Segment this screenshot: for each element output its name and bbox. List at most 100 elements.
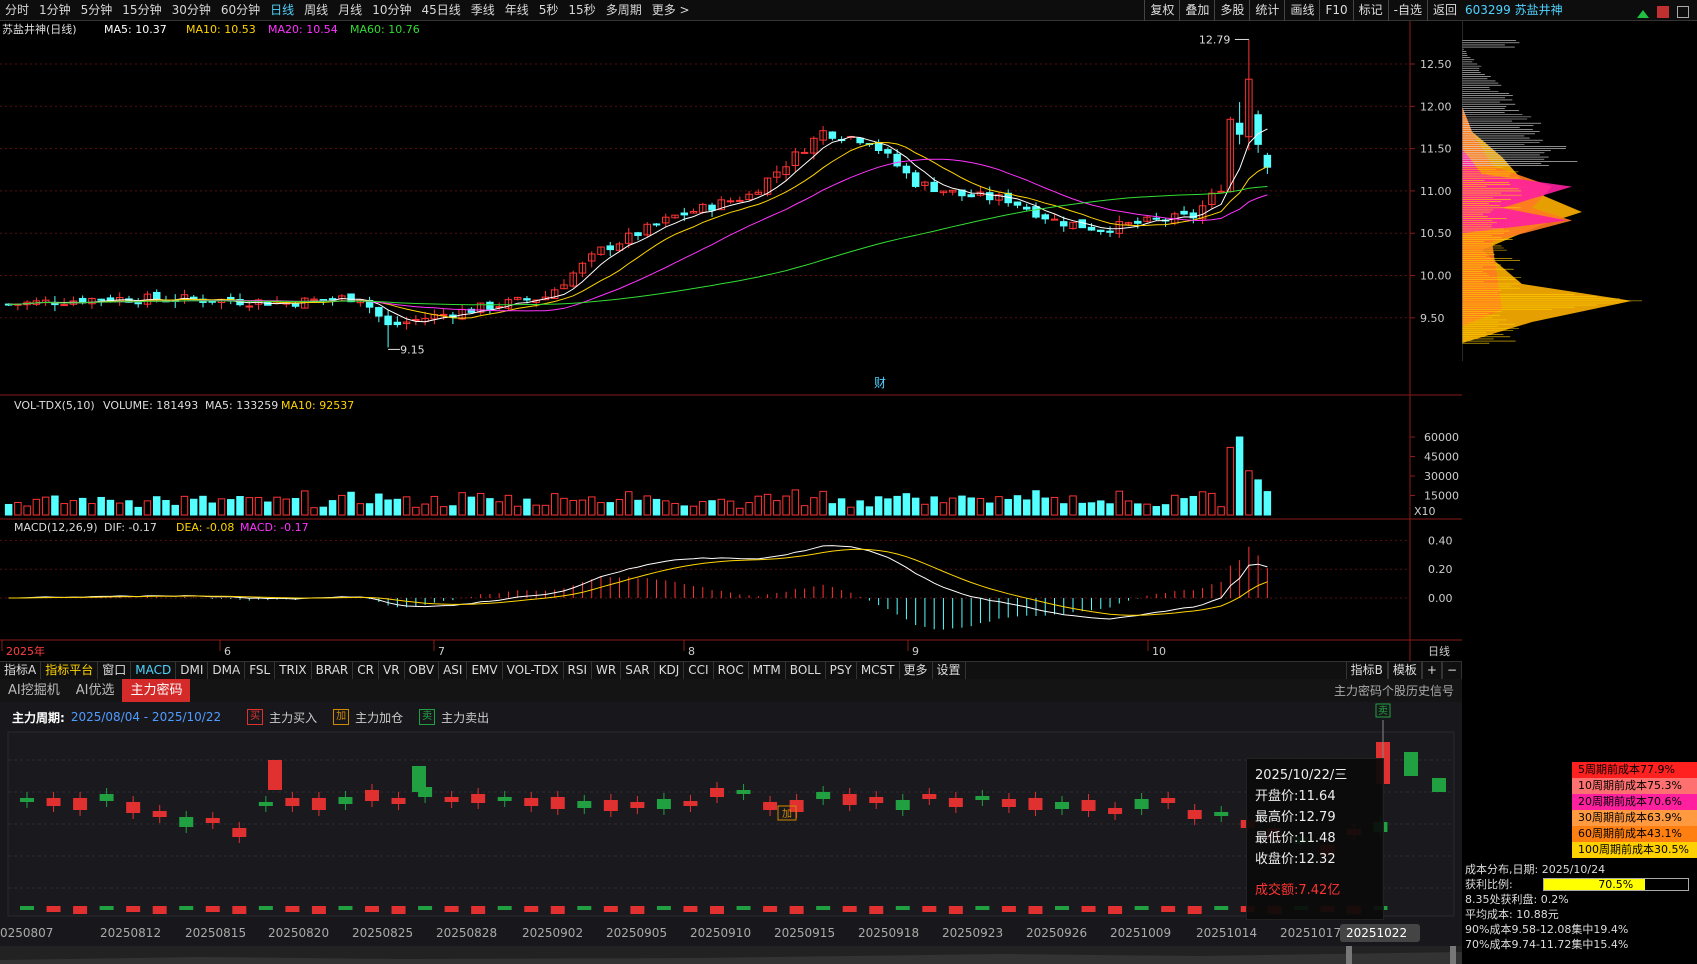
candle-body bbox=[708, 204, 716, 211]
volume-bar bbox=[976, 497, 985, 516]
chart-title: 苏盐井神(日线) bbox=[2, 22, 77, 36]
indicator-tab-9[interactable]: CR bbox=[353, 662, 379, 679]
volume-bar bbox=[773, 500, 781, 516]
volume-bar bbox=[23, 505, 31, 516]
indicator-tab-14[interactable]: VOL-TDX bbox=[503, 662, 564, 679]
period-tab-1[interactable]: 1分钟 bbox=[34, 0, 76, 21]
ai-candle-body bbox=[948, 798, 963, 807]
indicator-tab-24[interactable]: MCST bbox=[857, 662, 900, 679]
avg-cost: 平均成本: 10.88元 bbox=[1465, 908, 1559, 921]
ai-tab-1[interactable]: AI优选 bbox=[68, 679, 123, 702]
indicator-tab-11[interactable]: OBV bbox=[405, 662, 440, 679]
volume-bar bbox=[1235, 436, 1244, 516]
indicator-tab-1[interactable]: 指标平台 bbox=[41, 662, 99, 679]
indicator-tab-4[interactable]: DMI bbox=[176, 662, 209, 679]
period-tab-6[interactable]: 日线 bbox=[265, 0, 299, 21]
indicator-tab-10[interactable]: VR bbox=[379, 662, 405, 679]
tool-0[interactable]: 复权 bbox=[1144, 0, 1179, 21]
indicator-tab-0[interactable]: 指标A bbox=[0, 662, 42, 679]
main-chart[interactable]: 12.50 12.00 11.50 11.00 10.50 10.00 9.50 苏盐井神(日… bbox=[0, 21, 1462, 661]
period-tab-0[interactable]: 分时 bbox=[0, 0, 34, 21]
period-tab-2[interactable]: 5分钟 bbox=[76, 0, 118, 21]
indicator-tab-12[interactable]: ASI bbox=[439, 662, 468, 679]
indicator-tab-26[interactable]: 设置 bbox=[933, 662, 966, 679]
volume-bar bbox=[217, 498, 226, 516]
indicator-right-1[interactable]: 模板 bbox=[1387, 662, 1422, 679]
profit-value: 70.5% bbox=[1598, 878, 1634, 891]
up-icon[interactable] bbox=[1637, 10, 1650, 18]
indicator-tab-21[interactable]: MTM bbox=[749, 662, 786, 679]
candle-body bbox=[1060, 221, 1068, 227]
indicator-tab-18[interactable]: KDJ bbox=[655, 662, 685, 679]
flag-icon[interactable] bbox=[1657, 6, 1670, 18]
volume-bar bbox=[1189, 495, 1198, 516]
indicator-tab-17[interactable]: SAR bbox=[621, 662, 655, 679]
indicator-right-2[interactable]: + bbox=[1421, 662, 1442, 679]
indicator-tab-7[interactable]: TRIX bbox=[275, 662, 312, 679]
indicator-tab-5[interactable]: DMA bbox=[208, 662, 246, 679]
ma-label-2: MA20: 10.54 bbox=[268, 23, 338, 36]
cost-70: 70%成本9.74-11.72集中15.4% bbox=[1465, 938, 1629, 951]
history-link[interactable]: 主力密码个股历史信号 bbox=[1334, 681, 1454, 702]
volume-bar bbox=[606, 502, 614, 516]
candle-body bbox=[930, 181, 938, 193]
indicator-tab-20[interactable]: ROC bbox=[714, 662, 749, 679]
tool-8[interactable]: 返回 bbox=[1426, 0, 1462, 21]
ai-candle-body bbox=[205, 818, 220, 823]
period-tab-4[interactable]: 30分钟 bbox=[167, 0, 216, 21]
period-tab-13[interactable]: 5秒 bbox=[534, 0, 564, 21]
indicator-tab-3[interactable]: MACD bbox=[131, 662, 177, 679]
indicator-tab-13[interactable]: EMV bbox=[467, 662, 503, 679]
period-tab-14[interactable]: 15秒 bbox=[563, 0, 600, 21]
ai-tab-2[interactable]: 主力密码 bbox=[122, 679, 191, 702]
period-tab-8[interactable]: 月线 bbox=[333, 0, 367, 21]
period-tab-7[interactable]: 周线 bbox=[299, 0, 333, 21]
macd-dea: DEA: -0.08 bbox=[176, 521, 234, 534]
tool-2[interactable]: 多股 bbox=[1214, 0, 1249, 21]
macd-value: MACD: -0.17 bbox=[240, 521, 309, 534]
indicator-tab-6[interactable]: FSL bbox=[245, 662, 276, 679]
stock-code-name: 603299 苏盐井神 bbox=[1465, 3, 1563, 17]
volume-bar bbox=[865, 506, 874, 516]
indicator-tab-16[interactable]: WR bbox=[592, 662, 622, 679]
period-tab-11[interactable]: 季线 bbox=[466, 0, 500, 21]
period-tab-10[interactable]: 45日线 bbox=[416, 0, 465, 21]
period-tab-5[interactable]: 60分钟 bbox=[216, 0, 265, 21]
period-tab-15[interactable]: 多周期 bbox=[601, 0, 647, 21]
tool-1[interactable]: 叠加 bbox=[1179, 0, 1214, 21]
ai-chart[interactable]: 卖加0250807 20250812 20250815 20250820 2025082… bbox=[0, 702, 1462, 964]
period-tab-12[interactable]: 年线 bbox=[500, 0, 534, 21]
volume-bar bbox=[597, 502, 605, 516]
indicator-tab-23[interactable]: PSY bbox=[826, 662, 857, 679]
ai-candle-body bbox=[258, 802, 273, 806]
period-tab-3[interactable]: 15分钟 bbox=[117, 0, 166, 21]
indicator-tab-25[interactable]: 更多 bbox=[900, 662, 933, 679]
tool-7[interactable]: -自选 bbox=[1387, 0, 1427, 21]
price-tick: 9.50 bbox=[1420, 312, 1445, 325]
ai-volume-bar bbox=[471, 906, 486, 914]
window-icon[interactable] bbox=[1677, 6, 1689, 18]
price-tick: 11.00 bbox=[1420, 185, 1452, 198]
indicator-tab-19[interactable]: CCI bbox=[684, 662, 714, 679]
indicator-right-0[interactable]: 指标B bbox=[1345, 662, 1388, 679]
tool-3[interactable]: 统计 bbox=[1249, 0, 1284, 21]
candle-body bbox=[1050, 218, 1059, 221]
indicator-tab-22[interactable]: BOLL bbox=[786, 662, 826, 679]
candle-body bbox=[1180, 210, 1188, 215]
date-label-5: 20250828 bbox=[436, 926, 497, 940]
ai-period-value: 2025/08/04 - 2025/10/22 bbox=[70, 710, 222, 724]
indicator-tab-15[interactable]: RSI bbox=[564, 662, 593, 679]
indicator-tab-2[interactable]: 窗口 bbox=[98, 662, 132, 679]
volume-bar bbox=[319, 506, 328, 516]
indicator-right-3[interactable]: − bbox=[1441, 662, 1462, 679]
volume-bar bbox=[902, 493, 911, 516]
tool-5[interactable]: F10 bbox=[1319, 0, 1352, 21]
ai-tab-0[interactable]: AI挖掘机 bbox=[0, 679, 68, 702]
candle-body bbox=[319, 299, 328, 302]
period-tab-16[interactable]: 更多 > bbox=[647, 0, 695, 21]
tool-6[interactable]: 标记 bbox=[1352, 0, 1388, 21]
tool-4[interactable]: 画线 bbox=[1284, 0, 1319, 21]
indicator-tab-8[interactable]: BRAR bbox=[312, 662, 354, 679]
period-tab-9[interactable]: 10分钟 bbox=[367, 0, 416, 21]
ai-candle-body bbox=[285, 798, 300, 806]
